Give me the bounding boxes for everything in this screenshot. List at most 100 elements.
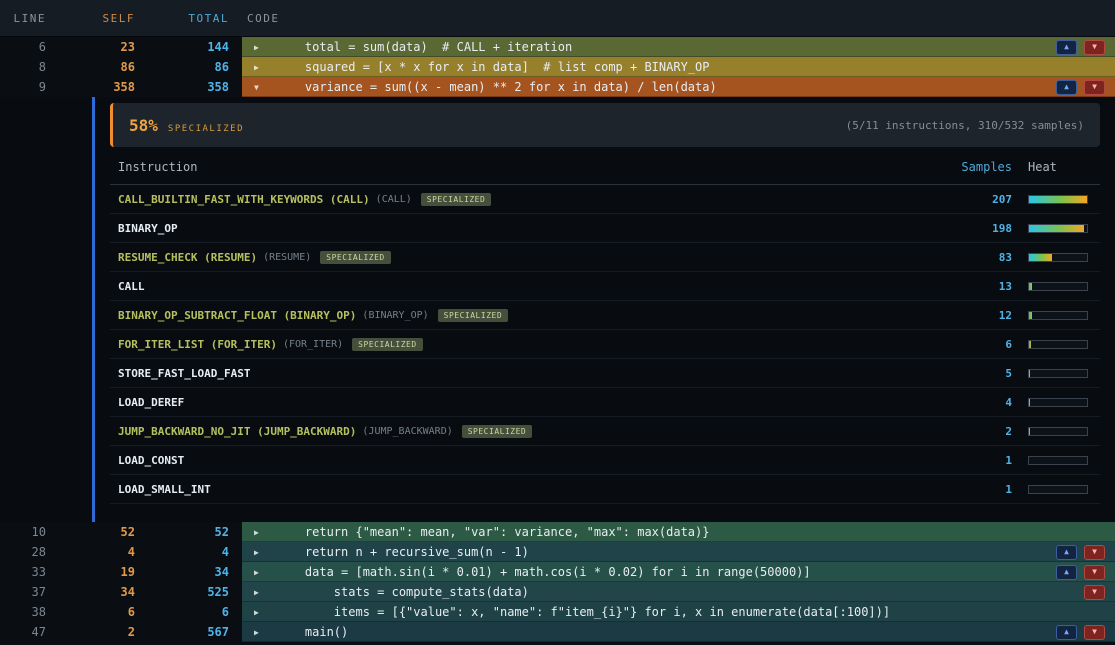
heat-cell (1012, 282, 1092, 291)
line-number: 10 (0, 522, 55, 542)
row-nav-buttons: ▲▼ (1056, 40, 1115, 55)
instruction-sample-count: 13 (932, 280, 1012, 293)
jump-to-caller-button[interactable]: ▲ (1056, 625, 1077, 640)
code-row-line-10: 105252▶ return {"mean": mean, "var": var… (0, 522, 1115, 542)
heat-bar (1028, 369, 1088, 378)
heat-bar (1028, 282, 1088, 291)
total-sample-count: 358 (143, 77, 235, 97)
column-header-code: CODE (235, 12, 1115, 25)
heat-bar (1028, 398, 1088, 407)
heat-bar-fill (1029, 196, 1087, 203)
jump-to-callee-button[interactable]: ▼ (1084, 545, 1105, 560)
source-code-text: variance = sum((x - mean) ** 2 for x in … (276, 80, 717, 94)
code-row-line-9: 9358358▼ variance = sum((x - mean) ** 2 … (0, 77, 1115, 97)
code-row-line-38: 3866▶ items = [{"value": x, "name": f"it… (0, 602, 1115, 622)
line-number: 33 (0, 562, 55, 582)
instruction-sample-count: 5 (932, 367, 1012, 380)
heat-cell (1012, 224, 1092, 233)
expand-row-icon[interactable]: ▶ (254, 568, 268, 577)
code-cell[interactable]: ▼ variance = sum((x - mean) ** 2 for x i… (242, 77, 1115, 97)
instruction-row: BINARY_OP198 (110, 214, 1100, 243)
code-row-line-37: 3734525▶ stats = compute_stats(data)▼ (0, 582, 1115, 602)
jump-to-callee-button[interactable]: ▼ (1084, 625, 1105, 640)
total-sample-count: 86 (143, 57, 235, 77)
total-sample-count: 6 (143, 602, 235, 622)
code-cell[interactable]: ▶ return n + recursive_sum(n - 1) ▲ ▼ (242, 542, 1115, 562)
source-code-text: stats = compute_stats(data) (276, 585, 529, 599)
instruction-sample-count: 207 (932, 193, 1012, 206)
heat-cell (1012, 195, 1092, 204)
heat-bar-fill (1029, 312, 1032, 319)
total-sample-count: 34 (143, 562, 235, 582)
instruction-base-opcode: (RESUME) (263, 252, 311, 263)
jump-to-caller-button[interactable]: ▲ (1056, 545, 1077, 560)
source-code-text: return n + recursive_sum(n - 1) (276, 545, 529, 559)
expand-row-icon[interactable]: ▶ (254, 628, 268, 637)
instruction-row: LOAD_CONST1 (110, 446, 1100, 475)
instruction-row: LOAD_DEREF4 (110, 388, 1100, 417)
code-cell[interactable]: ▶ data = [math.sin(i * 0.01) + math.cos(… (242, 562, 1115, 582)
code-cell[interactable]: ▶ items = [{"value": x, "name": f"item_{… (242, 602, 1115, 622)
instruction-name: BINARY_OP (118, 222, 178, 235)
code-row-line-28: 2844▶ return n + recursive_sum(n - 1)▲▼ (0, 542, 1115, 562)
heat-bar (1028, 311, 1088, 320)
instruction-name: BINARY_OP_SUBTRACT_FLOAT (BINARY_OP) (118, 309, 356, 322)
expand-row-icon[interactable]: ▶ (254, 588, 268, 597)
total-sample-count: 4 (143, 542, 235, 562)
source-code-text: main() (276, 625, 348, 639)
instruction-panel-body: 58% SPECIALIZED (5/11 instructions, 310/… (110, 103, 1100, 512)
instruction-base-opcode: (CALL) (376, 194, 412, 205)
heat-cell (1012, 398, 1092, 407)
code-cell[interactable]: ▶ squared = [x * x for x in data] # list… (242, 57, 1115, 77)
expand-row-icon[interactable]: ▶ (254, 528, 268, 537)
total-sample-count: 144 (143, 37, 235, 57)
source-code-text: total = sum(data) # CALL + iteration (276, 40, 572, 54)
code-rows-bottom: 105252▶ return {"mean": mean, "var": var… (0, 522, 1115, 642)
expand-row-icon[interactable]: ▶ (254, 608, 268, 617)
expand-row-icon[interactable]: ▶ (254, 548, 268, 557)
jump-to-caller-button[interactable]: ▲ (1056, 565, 1077, 580)
expansion-connector-line (92, 97, 95, 522)
expand-row-icon[interactable]: ▶ (254, 43, 268, 52)
code-cell[interactable]: ▶ total = sum(data) # CALL + iteration▲▼ (242, 37, 1115, 57)
collapse-row-icon[interactable]: ▼ (254, 83, 268, 92)
jump-to-caller-button[interactable]: ▲ (1056, 40, 1077, 55)
profiler-app: LINE SELF TOTAL CODE 623144▶ total = sum… (0, 0, 1115, 645)
specialization-summary: 58% SPECIALIZED (5/11 instructions, 310/… (110, 103, 1100, 147)
expand-row-icon[interactable]: ▶ (254, 63, 268, 72)
jump-to-callee-button[interactable]: ▼ (1084, 40, 1105, 55)
row-nav-buttons: ▲▼ (1056, 625, 1115, 640)
code-row-line-8: 88686▶ squared = [x * x for x in data] #… (0, 57, 1115, 77)
heat-bar-fill (1029, 283, 1032, 290)
specialized-label: SPECIALIZED (168, 124, 244, 134)
code-cell[interactable]: ▶ return {"mean": mean, "var": variance,… (242, 522, 1115, 542)
code-rows-top: 623144 ▶ total = sum(data) # CALL + itera… (0, 37, 1115, 97)
heat-bar-fill (1029, 399, 1030, 406)
heat-bar (1028, 224, 1088, 233)
instruction-sample-count: 2 (932, 425, 1012, 438)
instruction-base-opcode: (BINARY_OP) (362, 310, 428, 321)
heat-bar-fill (1029, 428, 1030, 435)
self-sample-count: 23 (55, 37, 143, 57)
heat-bar (1028, 485, 1088, 494)
jump-to-callee-button[interactable]: ▼ (1084, 80, 1105, 95)
code-cell[interactable]: ▶ main()▲▼ (242, 622, 1115, 642)
instruction-name: LOAD_DEREF (118, 396, 184, 409)
line-number: 6 (0, 37, 55, 57)
instruction-name: CALL (118, 280, 145, 293)
specialized-badge: SPECIALIZED (462, 425, 532, 438)
jump-to-callee-button[interactable]: ▼ (1084, 585, 1105, 600)
instruction-name: LOAD_SMALL_INT (118, 483, 211, 496)
instruction-base-opcode: (JUMP_BACKWARD) (362, 426, 452, 437)
line-number: 28 (0, 542, 55, 562)
specialized-badge: SPECIALIZED (352, 338, 422, 351)
jump-to-callee-button[interactable]: ▼ (1084, 565, 1105, 580)
heat-cell (1012, 427, 1092, 436)
instruction-row: RESUME_CHECK (RESUME)(RESUME)SPECIALIZED… (110, 243, 1100, 272)
line-number: 37 (0, 582, 55, 602)
heat-cell (1012, 340, 1092, 349)
jump-to-caller-button[interactable]: ▲ (1056, 80, 1077, 95)
source-code-text: items = [{"value": x, "name": f"item_{i}… (276, 605, 890, 619)
heat-bar (1028, 340, 1088, 349)
code-cell[interactable]: ▶ stats = compute_stats(data) ▼ (242, 582, 1115, 602)
